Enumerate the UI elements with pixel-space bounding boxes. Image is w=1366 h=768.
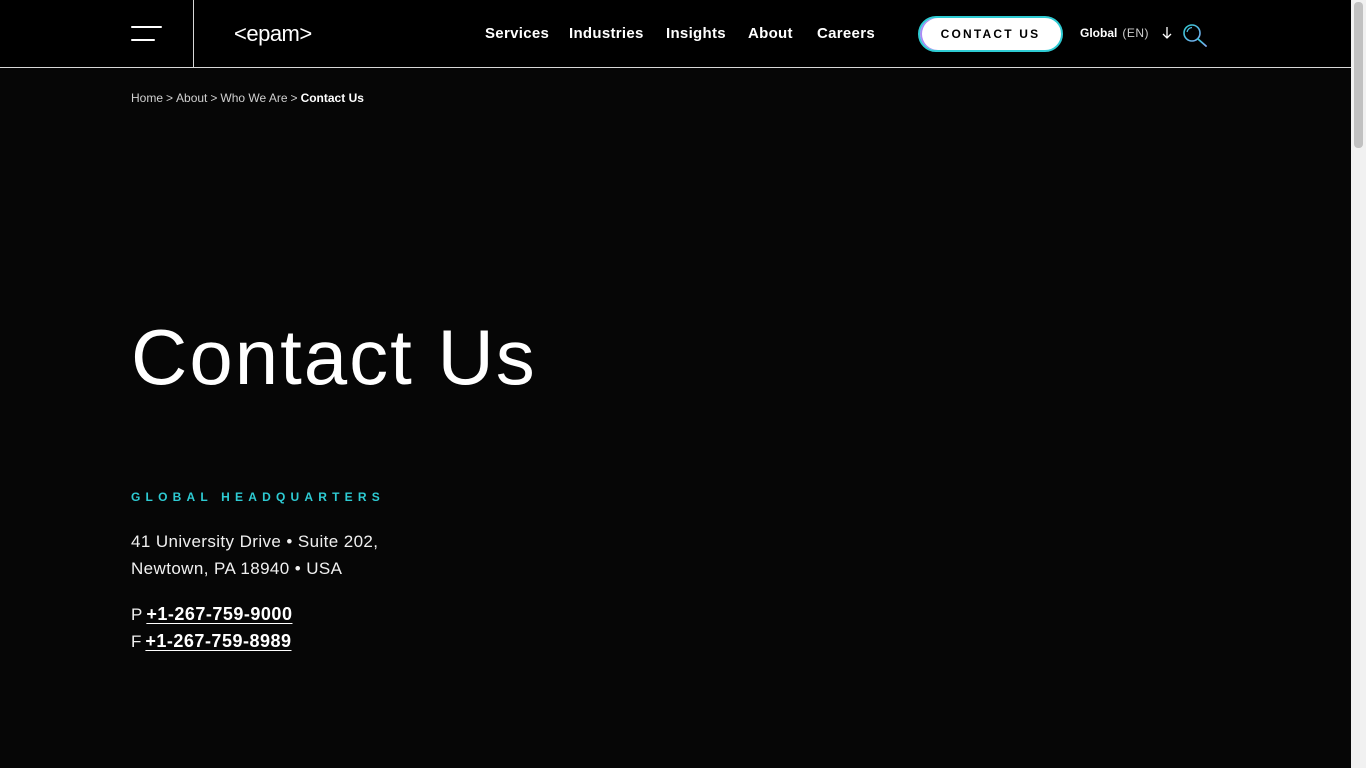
language-region: Global bbox=[1080, 26, 1118, 40]
contact-numbers: P +1-267-759-9000 F +1-267-759-8989 bbox=[131, 601, 292, 655]
fax-prefix: F bbox=[131, 632, 142, 651]
contact-us-button[interactable]: CONTACT US bbox=[918, 16, 1063, 52]
nav-item-insights[interactable]: Insights bbox=[666, 25, 726, 42]
page: <epam> Services Industries Insights Abou… bbox=[0, 0, 1366, 768]
search-icon[interactable] bbox=[1182, 23, 1208, 47]
page-scrollbar[interactable] bbox=[1351, 0, 1366, 768]
fax-row: F +1-267-759-8989 bbox=[131, 628, 292, 655]
epam-logo[interactable]: <epam> bbox=[234, 20, 312, 48]
breadcrumb: Home > About > Who We Are > Contact Us bbox=[131, 91, 364, 105]
breadcrumb-separator: > bbox=[290, 91, 298, 105]
breadcrumb-current: Contact Us bbox=[300, 91, 364, 105]
page-title: Contact Us bbox=[131, 313, 537, 401]
breadcrumb-separator: > bbox=[166, 91, 174, 105]
site-header: <epam> Services Industries Insights Abou… bbox=[0, 0, 1351, 68]
nav-item-services[interactable]: Services bbox=[485, 25, 549, 42]
headquarters-label: GLOBAL HEADQUARTERS bbox=[131, 490, 385, 504]
phone-row: P +1-267-759-9000 bbox=[131, 601, 292, 628]
nav-item-careers[interactable]: Careers bbox=[817, 25, 875, 42]
breadcrumb-separator: > bbox=[210, 91, 218, 105]
menu-icon[interactable] bbox=[131, 26, 163, 42]
scrollbar-thumb[interactable] bbox=[1354, 2, 1363, 148]
language-selector[interactable]: Global (EN) bbox=[1080, 26, 1172, 40]
phone-link[interactable]: +1-267-759-9000 bbox=[146, 604, 292, 624]
nav-item-industries[interactable]: Industries bbox=[569, 25, 644, 42]
phone-prefix: P bbox=[131, 605, 143, 624]
address-line-1: 41 University Drive • Suite 202, bbox=[131, 532, 379, 551]
breadcrumb-who-we-are[interactable]: Who We Are bbox=[220, 91, 287, 105]
breadcrumb-about[interactable]: About bbox=[176, 91, 207, 105]
header-divider bbox=[193, 0, 194, 68]
language-code: (EN) bbox=[1122, 26, 1150, 40]
arrow-down-icon bbox=[1162, 27, 1172, 39]
headquarters-address: 41 University Drive • Suite 202, Newtown… bbox=[131, 528, 378, 582]
address-line-2: Newtown, PA 18940 • USA bbox=[131, 559, 343, 578]
fax-link[interactable]: +1-267-759-8989 bbox=[145, 631, 291, 651]
nav-item-about[interactable]: About bbox=[748, 25, 793, 42]
breadcrumb-home[interactable]: Home bbox=[131, 91, 163, 105]
